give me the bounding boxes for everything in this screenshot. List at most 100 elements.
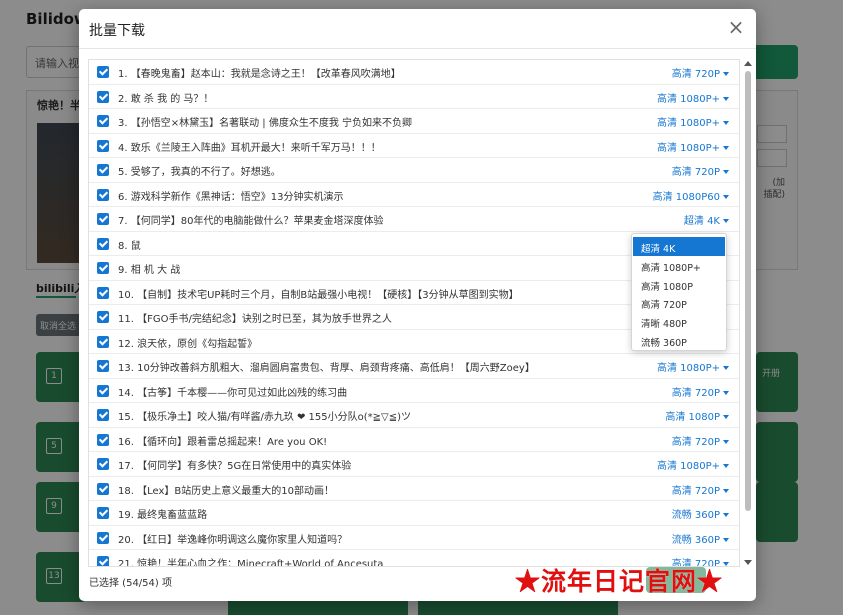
caret-down-icon bbox=[723, 366, 729, 370]
row-checkbox[interactable] bbox=[97, 556, 109, 566]
video-row[interactable]: 15. 【极乐净土】咬人猫/有咩酱/赤九玖 ❤ 155小分队o(*≧▽≦)ツ 高清… bbox=[89, 403, 739, 428]
quality-label: 高清 1080P+ bbox=[656, 461, 720, 472]
row-title: 17. 【何同学】有多快？5G在日常使用中的真实体验 bbox=[118, 461, 352, 472]
row-checkbox[interactable] bbox=[97, 384, 109, 397]
row-title: 11. 【FGO手书/完结纪念】诀别之时已至，其为放手世界之人 bbox=[118, 314, 392, 325]
caret-down-icon bbox=[723, 415, 729, 419]
quality-option[interactable]: 高清 1080P bbox=[633, 275, 725, 294]
quality-select[interactable]: 流畅 360P bbox=[672, 531, 729, 546]
row-checkbox[interactable] bbox=[97, 531, 109, 544]
quality-label: 高清 1080P+ bbox=[656, 118, 720, 129]
row-title: 13. 10分钟改善斜方肌粗大、溜肩圆肩富贵包、背厚、肩颈背疼痛、高低肩！【周六… bbox=[118, 363, 535, 374]
close-icon[interactable]: × bbox=[726, 17, 746, 37]
row-title: 5. 受够了，我真的不行了。好想逃。 bbox=[118, 167, 281, 178]
quality-select[interactable]: 高清 720P bbox=[672, 482, 729, 497]
row-checkbox[interactable] bbox=[97, 237, 109, 250]
video-row[interactable]: 20. 【红日】举逸峰你明调这么魔你家里人知道吗？ 流畅 360P bbox=[89, 526, 739, 550]
quality-select[interactable]: 高清 1080P+ bbox=[657, 457, 729, 472]
quality-option[interactable]: 高清 1080P+ bbox=[633, 256, 725, 275]
row-checkbox[interactable] bbox=[97, 335, 109, 348]
row-title: 12. 浪天依，原创《勾指起誓》 bbox=[118, 338, 258, 350]
row-checkbox[interactable] bbox=[97, 360, 109, 372]
row-checkbox[interactable] bbox=[97, 213, 109, 225]
row-checkbox[interactable] bbox=[97, 482, 109, 495]
quality-select[interactable]: 高清 1080P+ bbox=[657, 114, 729, 129]
quality-select[interactable]: 高清 1080P bbox=[665, 408, 729, 423]
quality-label: 高清 720P bbox=[671, 485, 720, 497]
quality-label: 高清 720P bbox=[671, 387, 720, 399]
video-row[interactable]: 2. 敢 杀 我 的 马？！ 高清 1080P+ bbox=[89, 85, 739, 109]
quality-label: 超清 4K bbox=[683, 216, 720, 227]
video-row[interactable]: 7. 【何同学】80年代的电脑能做什么？苹果麦金塔深度体验 超清 4K bbox=[89, 207, 739, 232]
row-title: 18. 【Lex】B站历史上意义最重大的10部动画！ bbox=[118, 485, 334, 497]
quality-option[interactable]: 高清 720P bbox=[633, 293, 725, 312]
row-checkbox[interactable] bbox=[97, 458, 109, 470]
quality-select[interactable]: 流畅 360P bbox=[672, 506, 729, 521]
quality-select[interactable]: 高清 1080P+ bbox=[657, 359, 729, 374]
caret-down-icon bbox=[723, 488, 729, 493]
scroll-thumb[interactable] bbox=[745, 71, 751, 511]
row-title: 4. 致乐《兰陵王入阵曲》耳机开最大！来听千军万马！！！ bbox=[118, 142, 381, 154]
row-checkbox[interactable] bbox=[97, 139, 109, 152]
modal-header: 批量下载 × bbox=[79, 9, 756, 49]
caret-down-icon bbox=[723, 219, 729, 223]
quality-option[interactable]: 流畅 360P bbox=[633, 331, 725, 350]
row-checkbox[interactable] bbox=[97, 90, 109, 103]
quality-select[interactable]: 高清 1080P+ bbox=[657, 139, 729, 154]
scroll-up-arrow-icon[interactable] bbox=[744, 61, 752, 66]
video-row[interactable]: 5. 受够了，我真的不行了。好想逃。 高清 720P bbox=[89, 158, 739, 183]
caret-down-icon bbox=[723, 439, 729, 444]
video-row[interactable]: 1. 【春晚鬼畜】赵本山：我就是念诗之王！【改革春风吹满地】 高清 720P bbox=[89, 60, 739, 85]
row-title: 7. 【何同学】80年代的电脑能做什么？苹果麦金塔深度体验 bbox=[118, 216, 384, 227]
quality-select[interactable]: 超清 4K bbox=[684, 212, 729, 227]
video-row[interactable]: 13. 10分钟改善斜方肌粗大、溜肩圆肩富贵包、背厚、肩颈背疼痛、高低肩！【周六… bbox=[89, 354, 739, 379]
quality-label: 高清 720P bbox=[671, 167, 720, 178]
quality-option[interactable]: 超清 4K bbox=[633, 237, 725, 256]
row-checkbox[interactable] bbox=[97, 286, 109, 299]
row-checkbox[interactable] bbox=[97, 433, 109, 446]
row-checkbox[interactable] bbox=[97, 164, 109, 176]
list-scrollbar[interactable] bbox=[743, 59, 753, 567]
row-title: 21. 惊艳！半年心血之作：Minecraft+World of Ancesut… bbox=[118, 559, 384, 567]
caret-down-icon bbox=[723, 537, 729, 542]
row-checkbox[interactable] bbox=[97, 115, 109, 127]
quality-label: 高清 720P bbox=[671, 69, 720, 80]
row-checkbox[interactable] bbox=[97, 262, 109, 274]
row-checkbox[interactable] bbox=[97, 507, 109, 519]
quality-label: 高清 1080P+ bbox=[656, 142, 720, 154]
quality-select[interactable]: 高清 720P bbox=[672, 65, 729, 80]
quality-select[interactable]: 高清 720P bbox=[672, 433, 729, 448]
video-row[interactable]: 3. 【孙悟空×林黛玉】名著联动 | 佛度众生不度我 宁负如来不负卿 高清 108… bbox=[89, 109, 739, 134]
row-checkbox[interactable] bbox=[97, 188, 109, 201]
row-checkbox[interactable] bbox=[97, 311, 109, 323]
row-checkbox[interactable] bbox=[97, 409, 109, 421]
quality-select[interactable]: 高清 1080P+ bbox=[657, 90, 729, 105]
quality-option[interactable]: 清晰 480P bbox=[633, 312, 725, 331]
quality-select[interactable]: 高清 720P bbox=[672, 384, 729, 399]
caret-down-icon bbox=[723, 513, 729, 517]
video-row[interactable]: 6. 游戏科学新作《黑神话：悟空》13分钟实机演示 高清 1080P60 bbox=[89, 183, 739, 207]
caret-down-icon bbox=[723, 464, 729, 468]
quality-label: 高清 1080P+ bbox=[656, 93, 720, 105]
row-title: 16. 【循环向】跟着雷总摇起来！Are you OK! bbox=[118, 436, 328, 448]
quality-label: 流畅 360P bbox=[671, 510, 720, 521]
quality-label: 高清 1080P+ bbox=[656, 363, 720, 374]
video-row[interactable]: 18. 【Lex】B站历史上意义最重大的10部动画！ 高清 720P bbox=[89, 477, 739, 501]
caret-down-icon bbox=[723, 72, 729, 76]
video-row[interactable]: 19. 最终鬼畜蓝蓝路 流畅 360P bbox=[89, 501, 739, 526]
quality-select[interactable]: 高清 1080P60 bbox=[653, 188, 729, 203]
quality-label: 高清 1080P bbox=[665, 412, 720, 423]
video-row[interactable]: 4. 致乐《兰陵王入阵曲》耳机开最大！来听千军万马！！！ 高清 1080P+ bbox=[89, 134, 739, 158]
row-title: 15. 【极乐净土】咬人猫/有咩酱/赤九玖 ❤ 155小分队o(*≧▽≦)ツ bbox=[118, 412, 412, 423]
watermark: ★流年日记官网★ bbox=[515, 567, 724, 596]
quality-select[interactable]: 高清 720P bbox=[672, 163, 729, 178]
video-row[interactable]: 16. 【循环向】跟着雷总摇起来！Are you OK! 高清 720P bbox=[89, 428, 739, 452]
row-title: 20. 【红日】举逸峰你明调这么魔你家里人知道吗？ bbox=[118, 534, 348, 546]
row-title: 8. 鼠 bbox=[118, 240, 141, 252]
row-title: 19. 最终鬼畜蓝蓝路 bbox=[118, 510, 208, 521]
caret-down-icon bbox=[723, 194, 729, 199]
video-row[interactable]: 14. 【古筝】千本樱——你可见过如此凶残的练习曲 高清 720P bbox=[89, 379, 739, 403]
video-row[interactable]: 17. 【何同学】有多快？5G在日常使用中的真实体验 高清 1080P+ bbox=[89, 452, 739, 477]
row-checkbox[interactable] bbox=[97, 66, 109, 78]
row-title: 10. 【自制】技术宅UP耗时三个月，自制B站最强小电视！【硬核】【3分钟从草图… bbox=[118, 289, 519, 301]
